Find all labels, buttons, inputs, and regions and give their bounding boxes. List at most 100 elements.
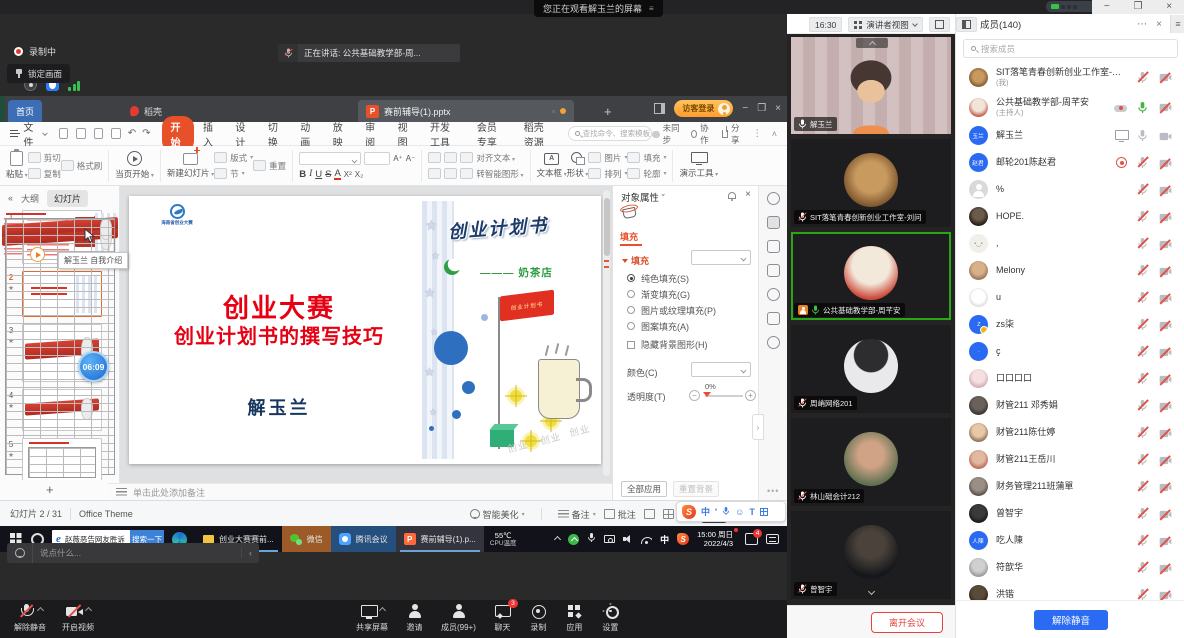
- fill-option-radio[interactable]: 纯色填充(S): [627, 270, 757, 286]
- fill-option-radio[interactable]: 渐变填充(G): [627, 286, 757, 302]
- video-tile[interactable]: 曾智宇: [791, 511, 951, 599]
- chevron-up-icon[interactable]: [85, 607, 92, 614]
- media-play-overlay-icon[interactable]: [30, 247, 45, 262]
- fill-type-dropdown[interactable]: [691, 250, 751, 265]
- shape-button[interactable]: 形状 ▾: [567, 152, 589, 179]
- lock-view-button[interactable]: 锁定画面: [7, 64, 70, 83]
- transparency-slider[interactable]: [705, 395, 743, 397]
- normal-view-icon[interactable]: [644, 509, 655, 519]
- toolbar-button[interactable]: 邀请: [405, 603, 424, 633]
- section-button[interactable]: 节▾: [214, 168, 253, 180]
- camera-icon[interactable]: [1159, 482, 1172, 492]
- collapse-ribbon-icon[interactable]: ˄: [772, 129, 777, 139]
- fullscreen-button[interactable]: [929, 17, 950, 32]
- more-icon[interactable]: ⋮: [753, 128, 762, 139]
- antivirus-icon[interactable]: [568, 534, 579, 545]
- taskbar-app-wps[interactable]: P赛前辅导(1).p...: [396, 526, 484, 552]
- toggle-sidebar-button[interactable]: [956, 17, 977, 32]
- color-dropdown[interactable]: [691, 362, 751, 377]
- wps-restore-button[interactable]: ❐: [757, 103, 766, 114]
- member-row[interactable]: 财务管理211班蒲單: [956, 473, 1184, 500]
- indent-icon[interactable]: [460, 152, 473, 163]
- hamburger-icon[interactable]: [10, 130, 18, 137]
- toolbar-button[interactable]: 3 聊天: [493, 603, 512, 633]
- decrease-button[interactable]: −: [689, 390, 700, 401]
- emoji-icon[interactable]: [7, 543, 33, 563]
- camera-icon[interactable]: [1159, 266, 1172, 276]
- collapse-strip-chevron[interactable]: [856, 38, 888, 48]
- mic-icon[interactable]: [1137, 210, 1148, 223]
- hide-background-checkbox[interactable]: 隐藏背景图形(H): [627, 338, 708, 351]
- expand-strip-button[interactable]: ›: [752, 414, 764, 440]
- member-row[interactable]: Melony: [956, 257, 1184, 284]
- mic-tray-icon[interactable]: [587, 530, 596, 548]
- mic-icon[interactable]: [1137, 264, 1148, 277]
- member-row[interactable]: 符歆华: [956, 554, 1184, 581]
- new-tab-button[interactable]: +: [596, 100, 620, 122]
- search-input[interactable]: [981, 44, 1170, 54]
- camera-icon[interactable]: [1159, 536, 1172, 546]
- properties-tool-icon[interactable]: [767, 216, 780, 229]
- wps-minimize-button[interactable]: −: [742, 103, 748, 114]
- copy-button[interactable]: 复制: [28, 168, 61, 180]
- camera-icon[interactable]: [1159, 509, 1172, 519]
- textbox-button[interactable]: A文本框 ▾: [537, 153, 567, 179]
- view-mode-selector[interactable]: 演讲者视图: [848, 17, 923, 32]
- member-row[interactable]: 财管211王岳川: [956, 446, 1184, 473]
- feedback-tool-icon[interactable]: [767, 312, 780, 325]
- subscript-button[interactable]: X₂: [355, 170, 363, 179]
- align-text-button[interactable]: 对齐文本 ▾: [476, 152, 515, 164]
- close-panel-icon[interactable]: ×: [1156, 19, 1162, 30]
- sogou-tray-icon[interactable]: S: [677, 533, 689, 545]
- mic-icon[interactable]: [1137, 561, 1148, 574]
- share-button[interactable]: 分享: [722, 122, 743, 146]
- member-row[interactable]: 洪锴: [956, 581, 1184, 600]
- camera-icon[interactable]: [1159, 401, 1172, 411]
- camera-icon[interactable]: [1159, 347, 1172, 357]
- slide[interactable]: 海南省创业大赛 创业大赛 创业计划书的撰写技巧 解玉兰 ★ ★ ★ ★ ★ ★ …: [129, 196, 601, 464]
- mic-icon[interactable]: [1137, 534, 1148, 547]
- camera-icon[interactable]: [1159, 428, 1172, 438]
- style-tool-icon[interactable]: [767, 192, 780, 205]
- mic-icon[interactable]: [1137, 480, 1148, 493]
- comment-tray-icon[interactable]: [766, 534, 779, 544]
- bullet-list-icon[interactable]: [428, 152, 441, 163]
- toolbar-button[interactable]: 成员(99+): [441, 603, 476, 633]
- video-tile[interactable]: 林山础会计212: [791, 418, 951, 506]
- voice-input-icon[interactable]: [722, 506, 730, 518]
- member-row[interactable]: 玉兰 解玉兰: [956, 122, 1184, 149]
- fill-button[interactable]: 填充▾: [627, 152, 666, 164]
- apply-all-button[interactable]: 全部应用: [621, 481, 667, 497]
- bold-button[interactable]: B: [299, 169, 306, 180]
- mic-icon[interactable]: [1137, 101, 1148, 114]
- ime-mode-icon[interactable]: 中: [701, 505, 710, 518]
- mic-icon[interactable]: [1137, 399, 1148, 412]
- arrange-button[interactable]: 排列▾: [588, 168, 627, 180]
- mic-icon[interactable]: [1137, 71, 1148, 84]
- camera-icon[interactable]: [1159, 293, 1172, 303]
- sync-status[interactable]: 未同步: [652, 122, 681, 146]
- mic-icon[interactable]: [1137, 129, 1148, 142]
- shrink-font-button[interactable]: A⁻: [406, 154, 416, 163]
- member-row[interactable]: SIT落笔青春创新创业工作室-刘问 (我): [956, 62, 1184, 92]
- mic-icon[interactable]: [1137, 237, 1148, 250]
- animation-tool-icon[interactable]: [767, 240, 780, 253]
- font-size-select[interactable]: [364, 152, 390, 165]
- italic-button[interactable]: I: [309, 169, 312, 179]
- number-list-icon[interactable]: [444, 152, 457, 163]
- ime-indicator[interactable]: 中: [660, 533, 669, 546]
- paste-button[interactable]: 粘贴 ▾: [6, 151, 28, 180]
- quick-chat-bar[interactable]: 说点什么... ‹: [7, 543, 259, 563]
- restore-button[interactable]: ❐: [1134, 2, 1143, 12]
- line-spacing-icon[interactable]: [460, 168, 473, 179]
- mic-icon[interactable]: [1137, 507, 1148, 520]
- member-row[interactable]: 财管211陈仕婷: [956, 419, 1184, 446]
- member-search-box[interactable]: [963, 39, 1178, 58]
- beautify-button[interactable]: 智能美化▾: [470, 508, 525, 521]
- outline-button[interactable]: 轮廓▾: [627, 168, 666, 180]
- bell-icon[interactable]: [728, 192, 736, 199]
- layout-button[interactable]: 版式▾: [214, 152, 253, 164]
- font-color-button[interactable]: A: [334, 169, 340, 180]
- member-row[interactable]: Z zs柒: [956, 311, 1184, 338]
- layers-tool-icon[interactable]: [767, 264, 780, 277]
